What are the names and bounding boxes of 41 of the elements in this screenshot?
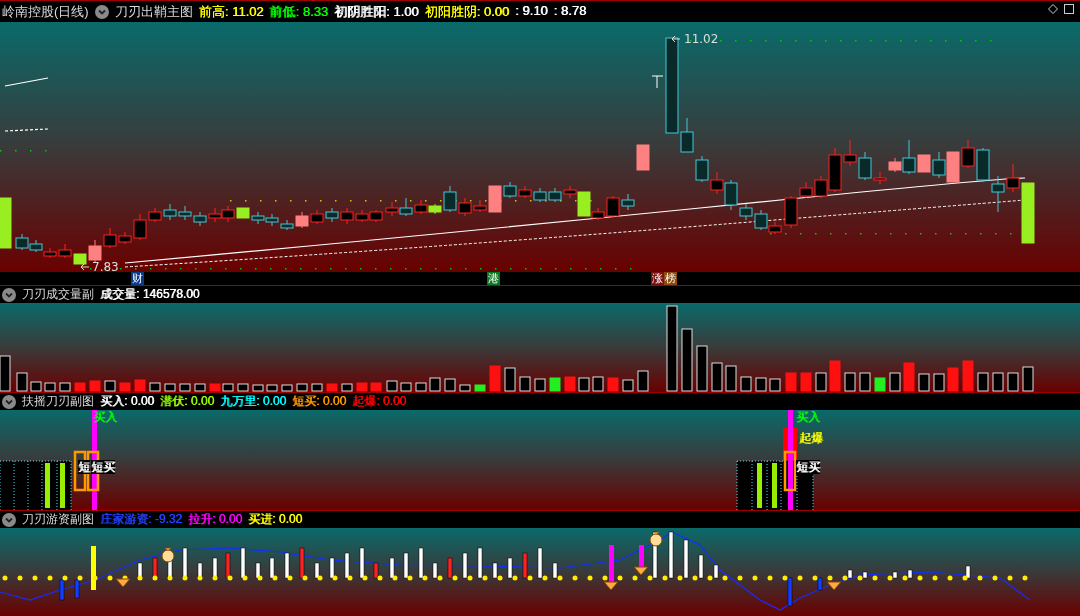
dropdown-icon[interactable] bbox=[2, 394, 16, 409]
arrow-icon bbox=[671, 35, 681, 43]
signal-label: 短买 bbox=[796, 460, 820, 474]
indicator-value: 庄家游资: -9.32 bbox=[100, 511, 183, 528]
t-mark-icon bbox=[651, 75, 664, 89]
indicator-value: 成交量: 146578.00 bbox=[100, 286, 200, 303]
price-label: 7.83 bbox=[92, 260, 119, 274]
price-label: 11.02 bbox=[684, 32, 719, 46]
stock-title: 岭南控股(日线) bbox=[2, 2, 89, 21]
indicator-value: 九万里: 0.00 bbox=[220, 393, 287, 410]
indicator-value: 初阳胜阴: 0.00 bbox=[424, 2, 510, 21]
indicator-value: 初阴胜阳: 1.00 bbox=[334, 2, 419, 21]
money-bag-icon bbox=[161, 548, 175, 563]
square-icon[interactable] bbox=[1064, 4, 1074, 14]
indicator-value: : 9.10 bbox=[515, 2, 548, 20]
event-marker[interactable]: 财 bbox=[131, 272, 144, 285]
signal-label: 短 bbox=[78, 460, 90, 474]
indicator-value: 拉升: 0.00 bbox=[188, 511, 243, 528]
indicator-value: 买入: 0.00 bbox=[100, 393, 155, 410]
money-bag-icon bbox=[649, 532, 663, 547]
arrow-icon bbox=[80, 263, 90, 271]
indicator-name: 刀刃游资副图 bbox=[22, 511, 94, 528]
indicator-name: 刀刃成交量副 bbox=[22, 286, 94, 303]
signal-label: 起爆 bbox=[799, 431, 823, 445]
event-marker[interactable]: 涨 bbox=[651, 272, 664, 285]
dropdown-icon[interactable] bbox=[94, 4, 109, 19]
signal-label: 短买 bbox=[91, 460, 115, 474]
indicator-name: 扶摇刀刃副图 bbox=[22, 393, 94, 410]
indicator-value: 潜伏: 0.00 bbox=[160, 393, 215, 410]
indicator-value: 起爆: 0.00 bbox=[352, 393, 407, 410]
indicator-name: 刀刃出鞘主图 bbox=[114, 2, 193, 21]
indicator-value: 买进: 0.00 bbox=[248, 511, 303, 528]
event-marker[interactable]: 榜 bbox=[664, 272, 677, 285]
dropdown-icon[interactable] bbox=[2, 512, 16, 527]
event-marker[interactable]: 港 bbox=[487, 272, 500, 285]
signal-label: 买入 bbox=[796, 410, 820, 424]
indicator-value: : 8.78 bbox=[553, 2, 587, 20]
indicator-value: 前高: 11.02 bbox=[198, 2, 264, 21]
indicator-value: 短买: 0.00 bbox=[292, 393, 347, 410]
indicator-value: 前低: 8.33 bbox=[269, 2, 328, 21]
dropdown-icon[interactable] bbox=[2, 287, 16, 302]
